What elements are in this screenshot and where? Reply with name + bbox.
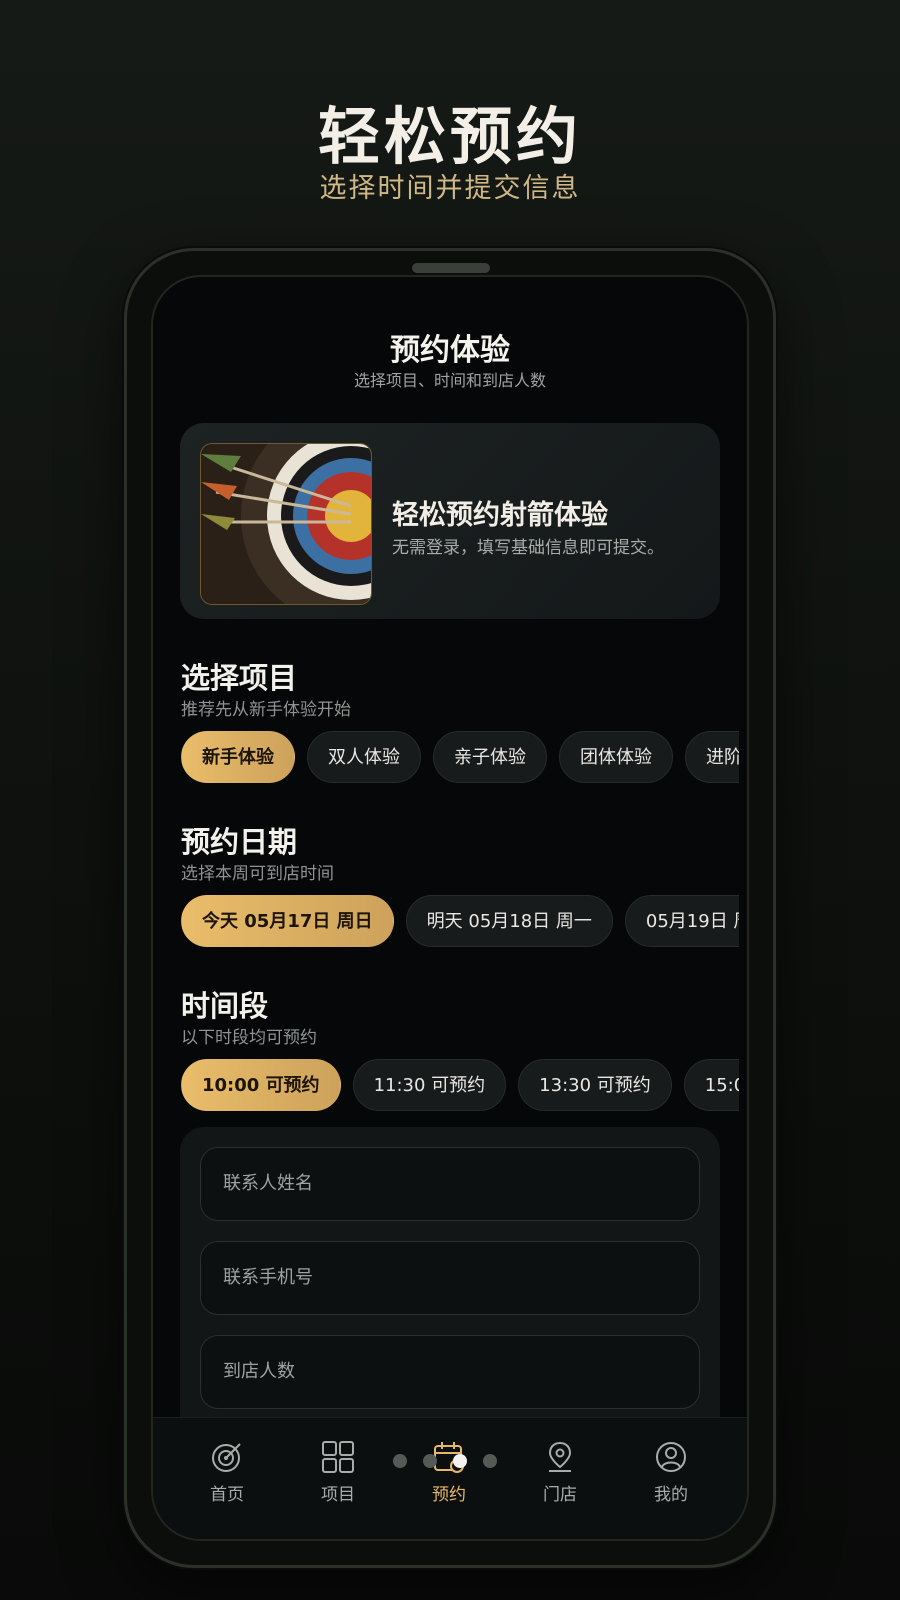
nav-label-profile: 我的: [654, 1485, 688, 1505]
location-icon: [548, 1441, 572, 1472]
date-chip-today[interactable]: 今天 05月17日 周日: [181, 895, 394, 947]
page-title: 预约体验: [390, 333, 510, 368]
target-icon: [212, 1443, 241, 1472]
slot-chip-row: 10:00 可预约11:30 可预约13:30 可预约15:00 可预约: [181, 1059, 739, 1115]
page-dot: [393, 1454, 407, 1468]
project-chip-group[interactable]: 团体体验: [559, 731, 673, 783]
bottom-nav: 首页 项目 预约 门店 我的: [153, 1417, 747, 1539]
project-chip-row: 新手体验双人体验亲子体验团体体验进阶练习: [181, 731, 739, 787]
project-chip-duo[interactable]: 双人体验: [307, 731, 421, 783]
page-dot: [423, 1454, 437, 1468]
nav-label-projects: 项目: [321, 1485, 355, 1505]
slot-chip-1000[interactable]: 10:00 可预约: [181, 1059, 341, 1111]
hero-subtitle: 选择时间并提交信息: [319, 173, 581, 204]
nav-item-profile[interactable]: 我的: [631, 1440, 711, 1505]
card-title: 轻松预约射箭体验: [392, 500, 608, 531]
page-subtitle: 选择项目、时间和到店人数: [353, 371, 546, 390]
archery-target-image: [200, 443, 372, 605]
slot-section-title: 时间段: [181, 989, 269, 1023]
nav-item-store[interactable]: 门店: [520, 1440, 600, 1505]
date-section-hint: 选择本周可到店时间: [181, 864, 334, 884]
page-dot-active: [453, 1454, 467, 1468]
nav-item-projects[interactable]: 项目: [298, 1440, 378, 1505]
slot-chip-1130[interactable]: 11:30 可预约: [352, 1059, 507, 1111]
date-chip-tomorrow[interactable]: 明天 05月18日 周一: [405, 895, 613, 947]
nav-label-home: 首页: [210, 1485, 244, 1505]
project-chip-advanced[interactable]: 进阶练习: [685, 731, 739, 783]
nav-item-booking[interactable]: 预约: [409, 1440, 489, 1505]
date-section-title: 预约日期: [181, 825, 298, 859]
contact-phone-field[interactable]: 联系手机号: [200, 1241, 700, 1315]
app-screen: 预约体验 选择项目、时间和到店人数 轻松预约射箭体验 无需登录，填写基础信息即可…: [151, 275, 749, 1541]
project-chip-beginner[interactable]: 新手体验: [181, 731, 295, 783]
project-chip-family[interactable]: 亲子体验: [433, 731, 547, 783]
page-dot: [483, 1454, 497, 1468]
user-icon: [656, 1442, 686, 1472]
slot-chip-1330[interactable]: 13:30 可预约: [518, 1059, 672, 1111]
phone-frame: 预约体验 选择项目、时间和到店人数 轻松预约射箭体验 无需登录，填写基础信息即可…: [124, 248, 776, 1568]
slot-chip-1500[interactable]: 15:00 可预约: [683, 1059, 739, 1111]
date-chip-day3[interactable]: 05月19日 周二: [624, 895, 739, 947]
contact-form: 联系人姓名 联系手机号 到店人数: [180, 1127, 720, 1457]
project-section-hint: 推荐先从新手体验开始: [181, 700, 351, 720]
project-section-title: 选择项目: [181, 661, 298, 695]
promo-card: 轻松预约射箭体验 无需登录，填写基础信息即可提交。: [180, 423, 720, 619]
slot-section-hint: 以下时段均可预约: [181, 1028, 317, 1048]
card-description: 无需登录，填写基础信息即可提交。: [392, 538, 664, 558]
visitor-count-field[interactable]: 到店人数: [200, 1335, 700, 1409]
hero-title: 轻松预约: [317, 100, 582, 173]
contact-name-field[interactable]: 联系人姓名: [200, 1147, 700, 1221]
speaker-slot: [412, 263, 490, 273]
nav-label-booking: 预约: [432, 1485, 466, 1505]
nav-item-home[interactable]: 首页: [187, 1440, 267, 1505]
nav-label-store: 门店: [543, 1485, 577, 1505]
date-chip-row: 今天 05月17日 周日明天 05月18日 周一05月19日 周二: [181, 895, 739, 951]
grid-icon: [322, 1441, 354, 1473]
